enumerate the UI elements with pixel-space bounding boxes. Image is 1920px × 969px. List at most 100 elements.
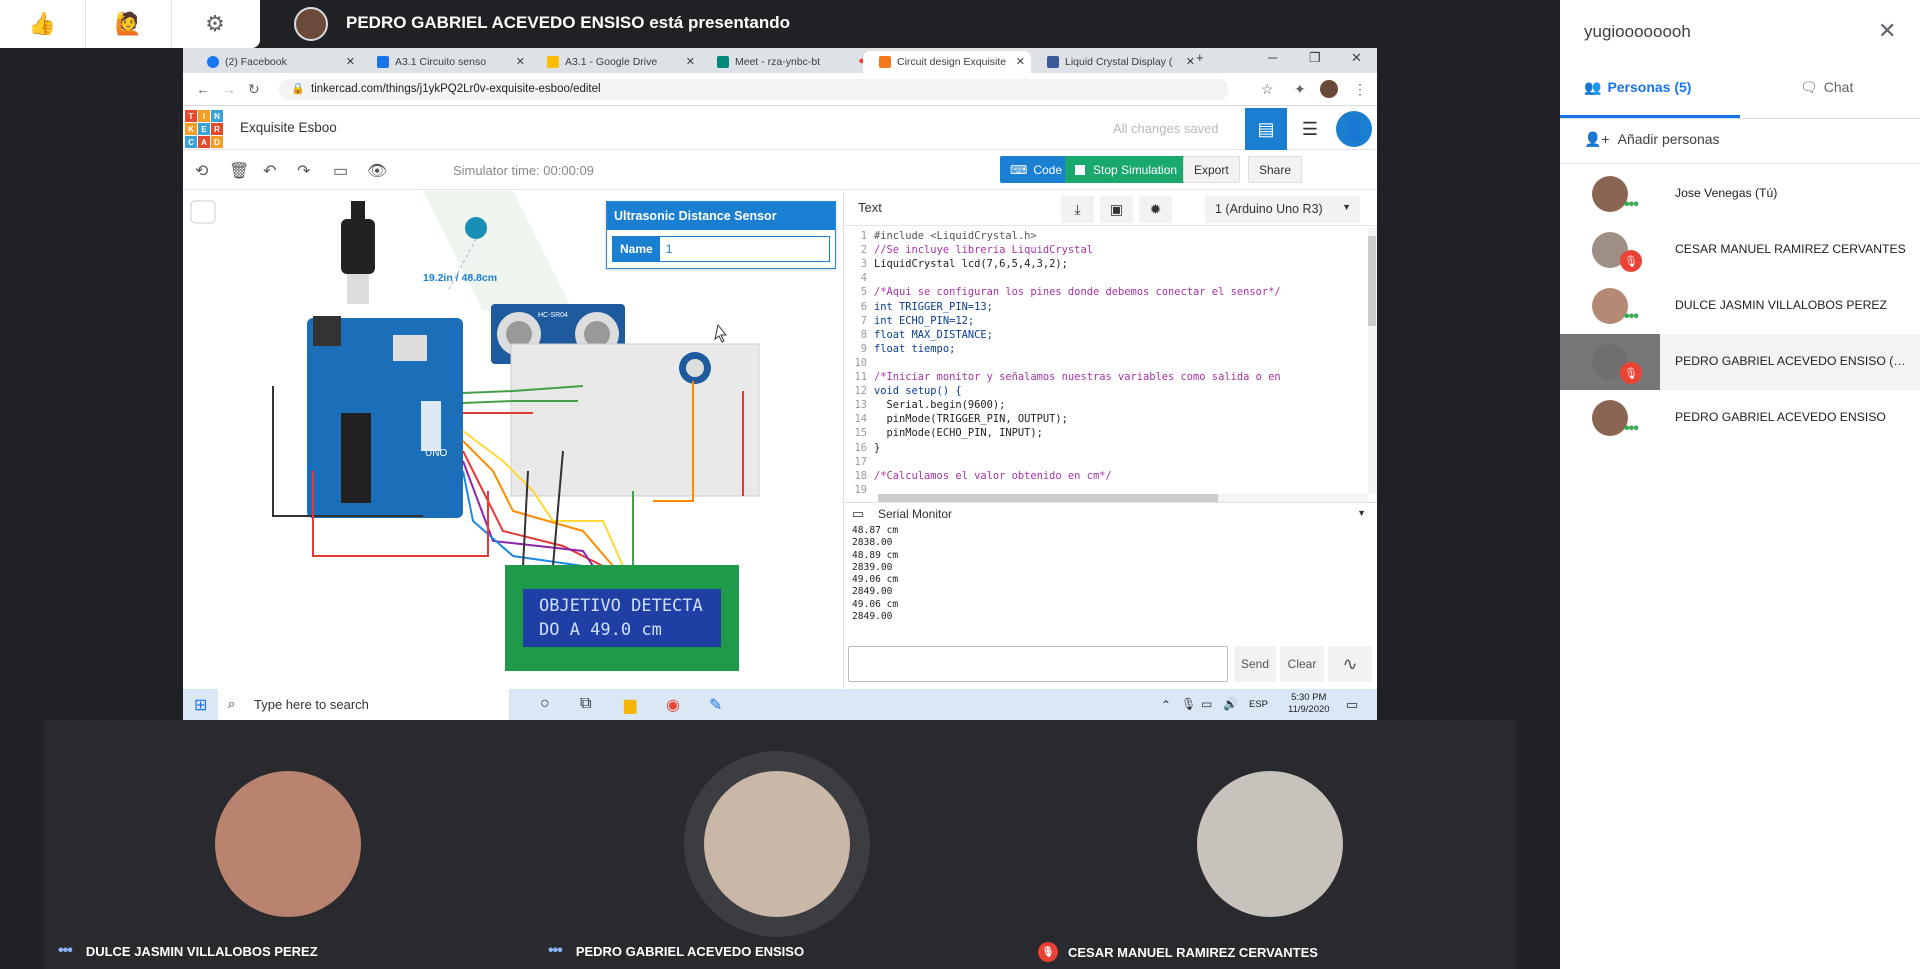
tab-lcd[interactable]: Liquid Crystal Display (✕ xyxy=(1031,51,1201,73)
back-icon[interactable]: ← xyxy=(196,81,210,97)
code-editor[interactable]: 1 #include <LiquidCrystal.h> 2 //Se incluye… xyxy=(844,228,1368,494)
network-icon[interactable]: ▭ xyxy=(1201,697,1212,711)
participant-row[interactable]: 🎙 PEDRO GABRIEL ACEVEDO ENSISO (presenta… xyxy=(1560,334,1920,390)
code-panel-header: Text ⤓ ▣ ✹ 1 (Arduino Uno R3) ▼ xyxy=(844,191,1377,226)
undo-icon[interactable]: ↶ xyxy=(263,161,276,181)
send-button[interactable]: Send xyxy=(1234,646,1276,682)
url-field[interactable]: 🔒 tinkercad.com/things/j1ykPQ2Lr0v-exquis… xyxy=(279,79,1229,100)
tab-chat[interactable]: 🗨 Chat xyxy=(1800,79,1853,96)
windows-taskbar: ⊞ ⌕ Type here to search ○ ⧉ ▆ ◉ ✎ ⌃ 🎙 ▭ 🔊… xyxy=(183,689,1377,720)
windows-start-icon[interactable]: ⊞ xyxy=(194,695,207,715)
tab-meet[interactable]: Meet - rza-ynbc-bt ● xyxy=(701,51,871,73)
component-name-field[interactable]: Name 1 xyxy=(612,236,830,262)
line-number: 12 xyxy=(854,385,867,398)
download-icon[interactable]: ⤓ xyxy=(1061,196,1094,223)
code-text: LiquidCrystal lcd(7,6,5,4,3,2); xyxy=(874,258,1068,271)
rotate-icon[interactable]: ⟲ xyxy=(195,161,208,181)
star-icon[interactable]: ☆ xyxy=(1261,81,1274,98)
app-icon[interactable]: ✎ xyxy=(709,695,722,715)
close-icon[interactable]: ✕ xyxy=(346,55,355,68)
stop-simulation-button[interactable]: Stop Simulation xyxy=(1065,156,1188,183)
notes-icon[interactable]: ▭ xyxy=(333,161,348,181)
delete-icon[interactable]: 🗑 xyxy=(229,161,249,181)
profile-avatar[interactable] xyxy=(1320,80,1338,98)
serial-monitor-header[interactable]: ▭ Serial Monitor ▼ xyxy=(844,502,1377,524)
mic-icon[interactable]: 🎙 xyxy=(1181,697,1196,711)
component-list-icon[interactable]: ☰ xyxy=(1289,108,1331,150)
cortana-icon[interactable]: ○ xyxy=(540,695,550,713)
serial-line: 2849.00 xyxy=(852,586,893,598)
file-explorer-icon[interactable]: ▆ xyxy=(624,695,636,715)
code-line: 13 Serial.begin(9600); xyxy=(844,399,1005,413)
tinkercad-toolbar: ⟲ 🗑 ↶ ↷ ▭ 👁 Simulator time: 00:00:09 ⌨ Co… xyxy=(183,150,1377,190)
participant-tile[interactable]: ••• DULCE JASMIN VILLALOBOS PEREZ xyxy=(44,720,534,969)
taskbar-search[interactable]: ⌕ Type here to search xyxy=(218,689,509,720)
new-tab-icon[interactable]: + xyxy=(1196,50,1204,65)
eye-icon[interactable]: 👁 xyxy=(367,161,387,181)
tab-classroom[interactable]: A3.1 Circuito senso ✕ xyxy=(361,51,531,73)
fit-view-icon[interactable] xyxy=(190,200,216,224)
thumbs-up-icon[interactable]: 👍 xyxy=(0,0,86,48)
close-icon[interactable]: ✕ xyxy=(1878,18,1896,44)
avatar xyxy=(1592,400,1628,436)
participant-video xyxy=(1197,771,1343,917)
participant-tile[interactable]: ••• PEDRO GABRIEL ACEVEDO ENSISO xyxy=(534,720,1024,969)
divider xyxy=(1560,163,1920,164)
tab-tinkercad[interactable]: Circuit design Exquisite ✕ xyxy=(863,51,1031,73)
window-close-icon[interactable]: ✕ xyxy=(1351,50,1362,66)
participant-row[interactable]: 🎙 CESAR MANUEL RAMIREZ CERVANTES xyxy=(1560,222,1920,278)
share-button[interactable]: Share xyxy=(1248,156,1303,183)
tinkercad-logo[interactable]: T I N K E R C A D xyxy=(185,110,223,148)
editor-hscrollbar[interactable] xyxy=(878,494,1368,502)
participant-video xyxy=(704,771,850,917)
code-button[interactable]: ⌨ Code xyxy=(1000,156,1073,183)
tab-drive[interactable]: A3.1 - Google Drive ✕ xyxy=(531,51,701,73)
raise-hand-icon[interactable]: 🙋 xyxy=(86,0,172,48)
minimize-icon[interactable]: ─ xyxy=(1268,50,1277,65)
participant-row[interactable]: ••• PEDRO GABRIEL ACEVEDO ENSISO xyxy=(1560,390,1920,446)
chevron-up-icon[interactable]: ⌃ xyxy=(1161,698,1171,712)
chrome-icon[interactable]: ◉ xyxy=(666,695,680,715)
breadboard[interactable] xyxy=(510,343,760,497)
code-mode[interactable]: Text xyxy=(858,200,882,215)
line-number: 13 xyxy=(854,399,867,412)
gear-icon[interactable]: ⚙ xyxy=(172,0,258,48)
task-view-icon[interactable]: ⧉ xyxy=(580,695,591,713)
language-indicator[interactable]: ESP xyxy=(1249,699,1268,710)
project-name[interactable]: Exquisite Esboo xyxy=(240,120,337,135)
target-object[interactable] xyxy=(465,217,487,239)
reload-icon[interactable]: ↻ xyxy=(248,81,260,98)
close-icon[interactable]: ✕ xyxy=(516,55,525,68)
tab-facebook[interactable]: (2) Facebook ✕ xyxy=(191,51,361,73)
line-number: 8 xyxy=(860,328,867,341)
close-icon[interactable]: ✕ xyxy=(1186,55,1195,68)
taskbar-clock[interactable]: 5:30 PM 11/9/2020 xyxy=(1288,692,1330,716)
meet-screen: { "meet": { "presenting_text": "PEDRO GA… xyxy=(0,0,1920,969)
maximize-icon[interactable]: ❐ xyxy=(1309,50,1321,66)
chevron-down-icon[interactable]: ▼ xyxy=(1357,508,1366,518)
tab-people[interactable]: 👥 Personas (5) xyxy=(1584,79,1691,96)
circuit-view-icon[interactable]: ▤ xyxy=(1245,108,1287,150)
clear-button[interactable]: Clear xyxy=(1280,646,1324,682)
graph-icon[interactable]: ∿ xyxy=(1328,646,1372,682)
upload-icon[interactable]: ▣ xyxy=(1100,196,1133,223)
participant-tile[interactable]: 🎙 CESAR MANUEL RAMIREZ CERVANTES xyxy=(1024,720,1514,969)
participant-row[interactable]: ••• DULCE JASMIN VILLALOBOS PEREZ xyxy=(1560,278,1920,334)
close-icon[interactable]: ✕ xyxy=(686,55,695,68)
editor-scrollbar[interactable] xyxy=(1368,228,1377,494)
user-avatar[interactable]: 👤 xyxy=(1333,108,1375,150)
redo-icon[interactable]: ↷ xyxy=(297,161,310,181)
forward-icon[interactable]: → xyxy=(222,81,236,97)
add-people-button[interactable]: 👤+ Añadir personas xyxy=(1584,131,1720,148)
participant-row[interactable]: ••• Jose Venegas (Tú) xyxy=(1560,166,1920,222)
board-select[interactable]: 1 (Arduino Uno R3) ▼ xyxy=(1205,196,1360,223)
volume-icon[interactable]: 🔊 xyxy=(1223,697,1238,711)
menu-icon[interactable]: ⋮ xyxy=(1353,81,1367,98)
circuit-workplane[interactable]: 19.2in / 48.8cm UNO HC-SR04 OBJETIVO DET… xyxy=(183,191,843,689)
close-icon[interactable]: ✕ xyxy=(1016,55,1025,68)
serial-input[interactable] xyxy=(848,646,1228,682)
notifications-icon[interactable]: ▭ xyxy=(1346,697,1358,713)
extensions-icon[interactable]: ✦ xyxy=(1294,81,1306,98)
debug-icon[interactable]: ✹ xyxy=(1139,196,1172,223)
export-button[interactable]: Export xyxy=(1183,156,1240,183)
